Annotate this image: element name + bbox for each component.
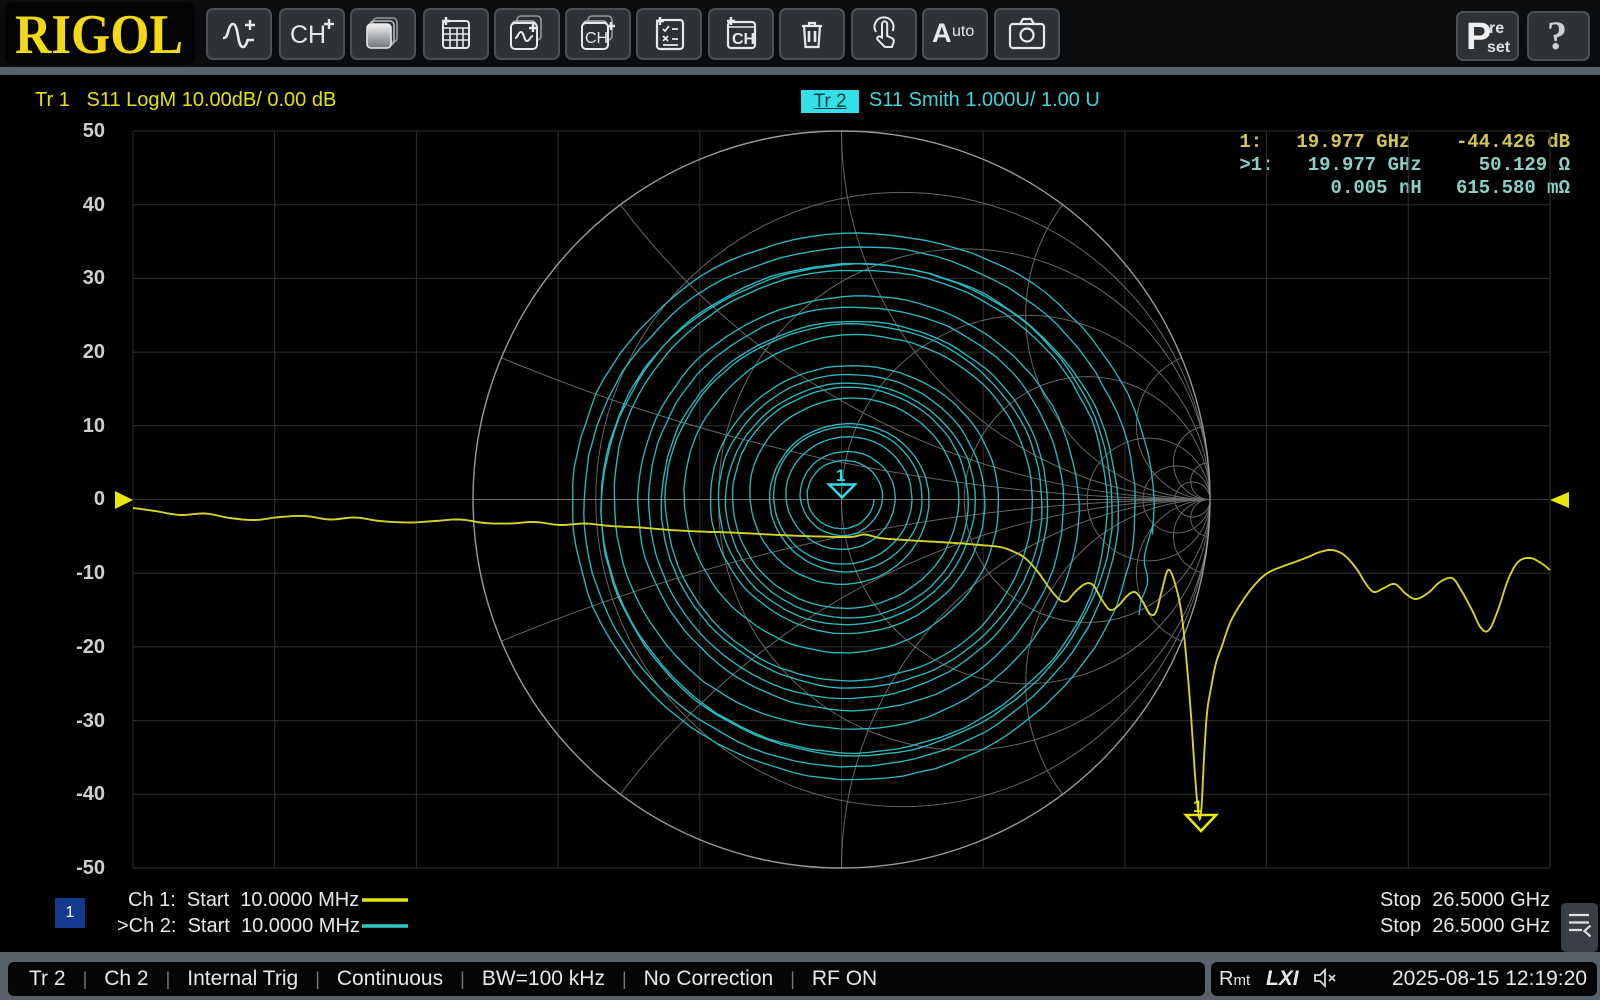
svg-text:1: 1 bbox=[1193, 797, 1202, 816]
svg-text:1: 1 bbox=[836, 466, 845, 485]
